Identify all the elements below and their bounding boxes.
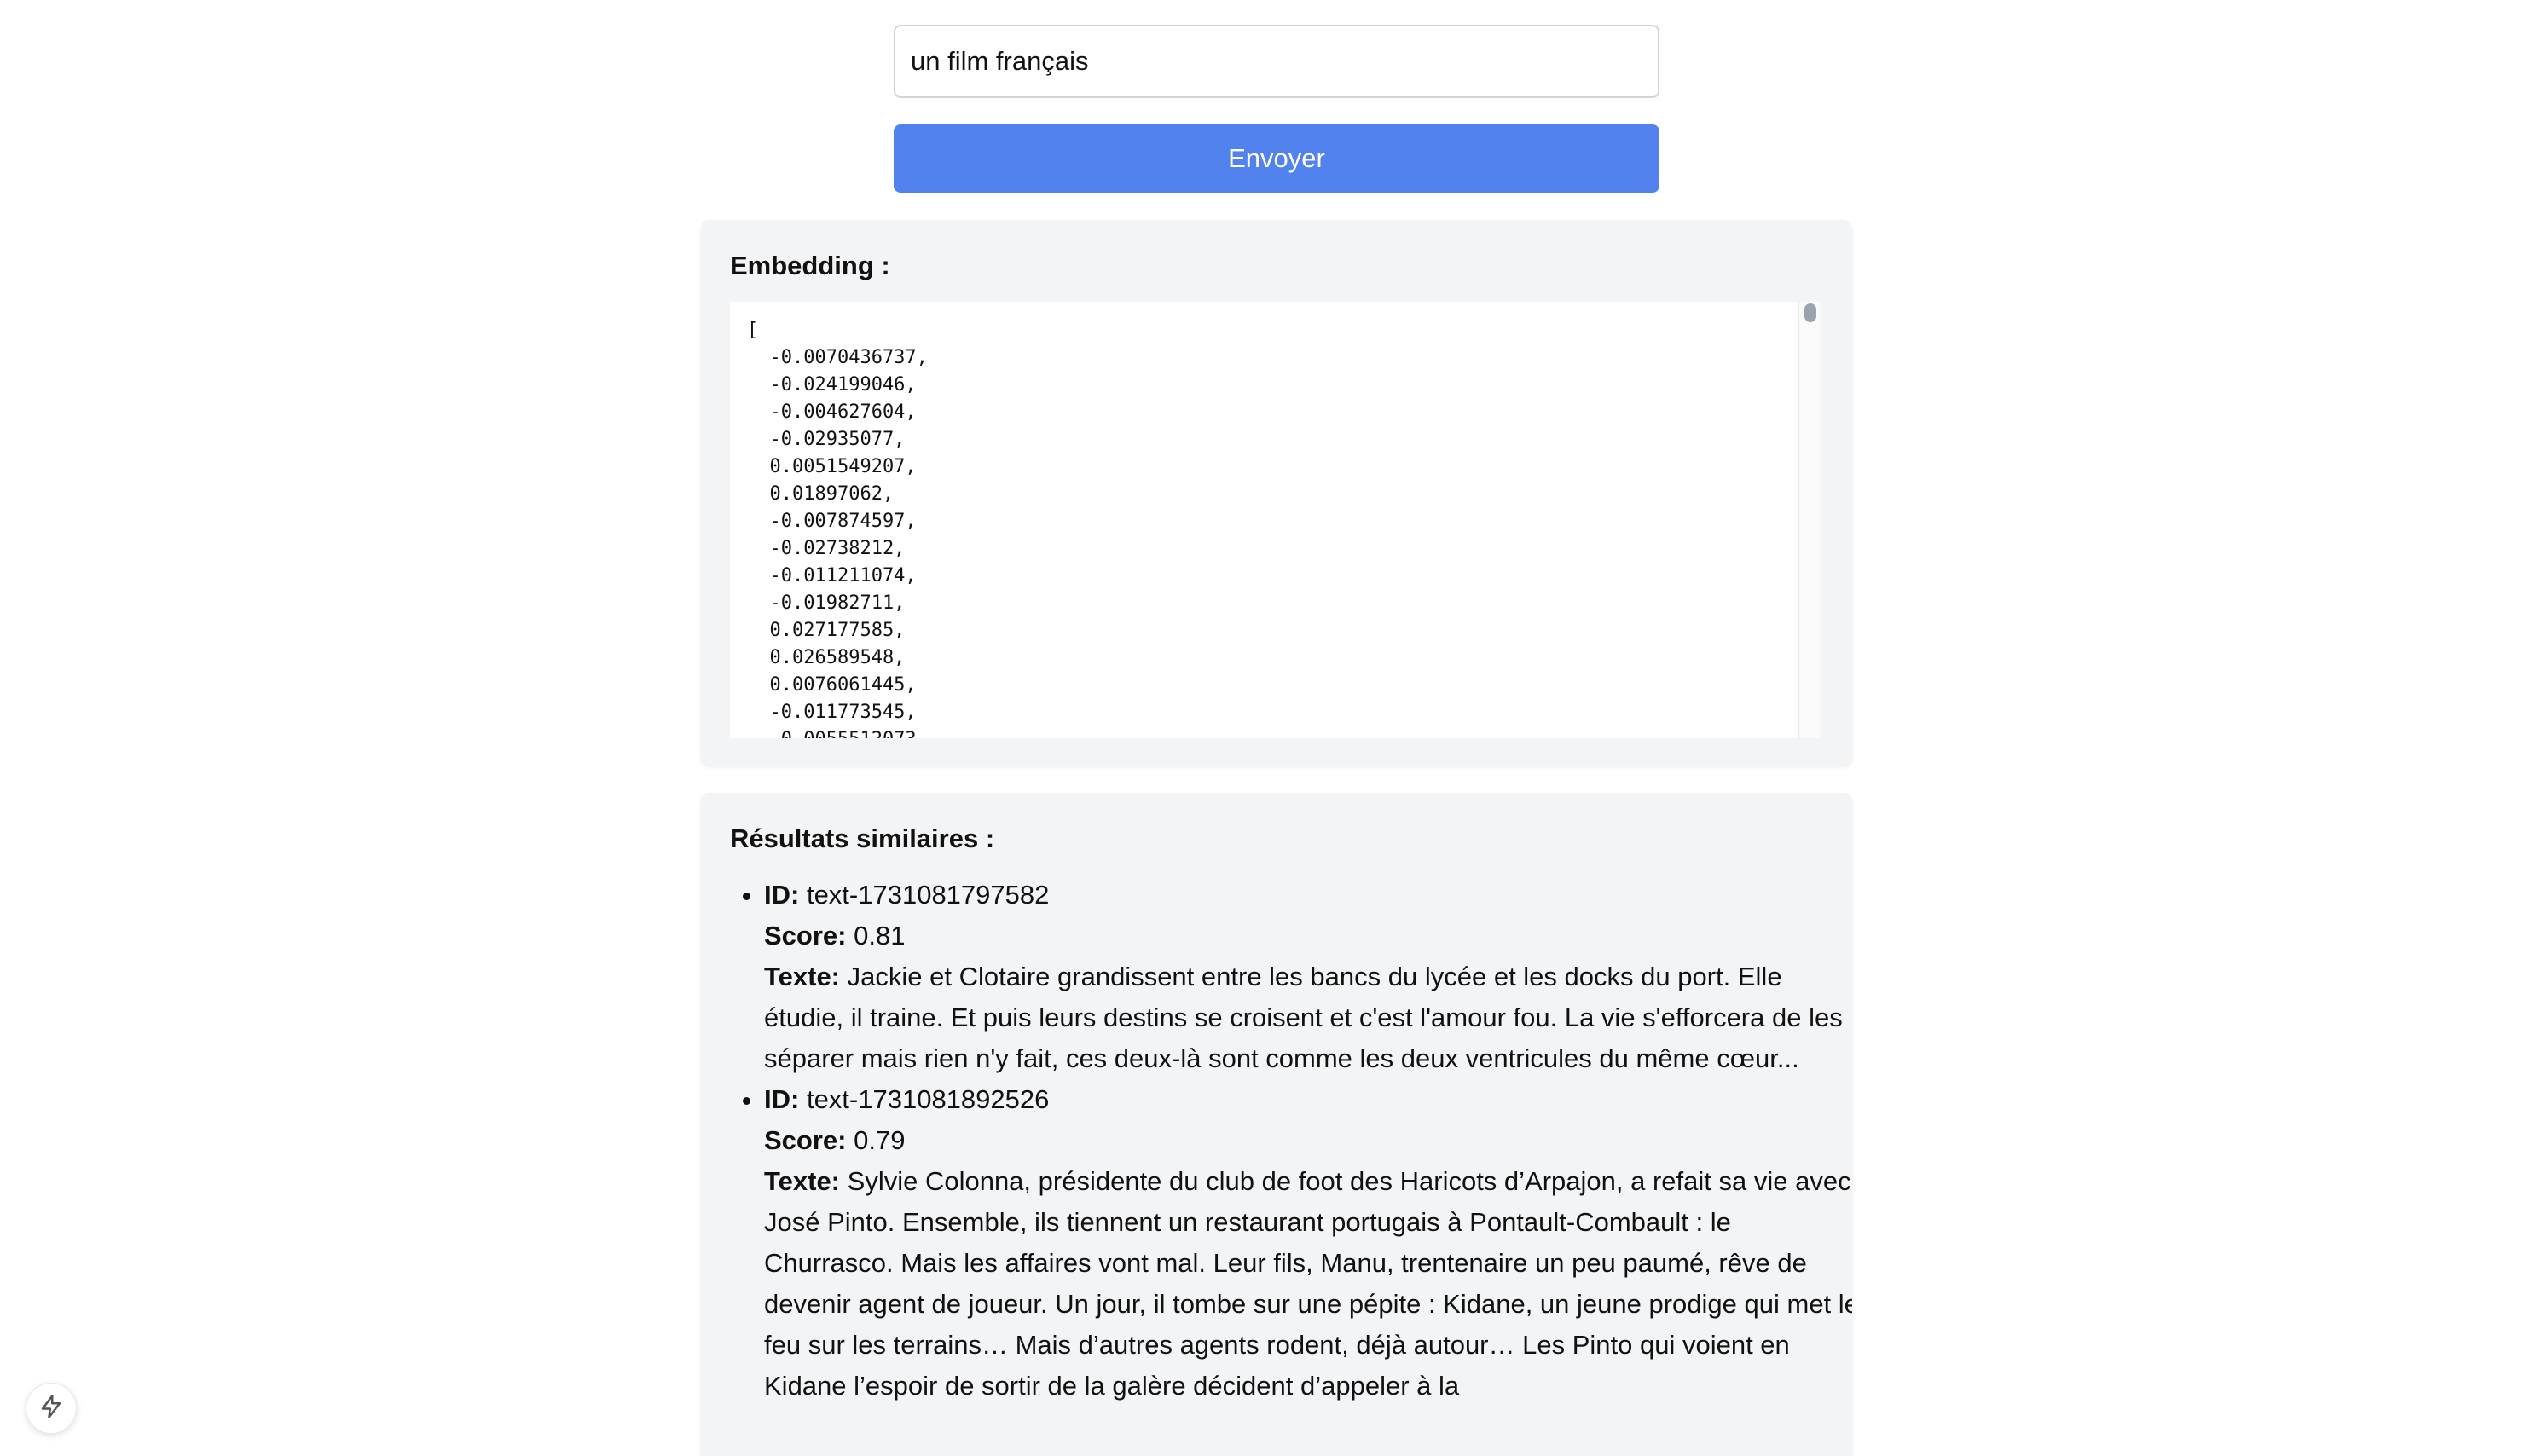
result-text-label: Texte: — [764, 962, 841, 991]
send-button[interactable]: Envoyer — [894, 124, 1659, 193]
embedding-line: -0.024199046, — [747, 374, 917, 396]
result-id: ID: text-1731081797582 — [764, 875, 1852, 916]
result-text-value: Jackie et Clotaire grandissent entre les… — [764, 962, 1843, 1073]
result-score-label: Score: — [764, 1125, 847, 1155]
embedding-line: -0.02935077, — [747, 429, 906, 450]
result-score-value: 0.81 — [854, 921, 906, 950]
results-title: Résultats similaires : — [730, 823, 995, 853]
results-list: ID: text-1731081797582 Score: 0.81 Texte… — [730, 875, 1852, 1407]
result-text-value: Sylvie Colonna, présidente du club de fo… — [764, 1166, 1852, 1401]
result-id-label: ID: — [764, 1084, 800, 1114]
result-id-value: text-1731081892526 — [806, 1084, 1050, 1114]
embedding-line: 0.026589548, — [747, 647, 906, 668]
page: Envoyer Embedding : [ -0.0070436737, -0.… — [0, 0, 2548, 1456]
embedding-panel: Embedding : [ -0.0070436737, -0.02419904… — [701, 220, 1852, 766]
embedding-line: [ — [747, 320, 759, 341]
query-input[interactable] — [894, 25, 1659, 98]
embedding-line: -0.01982711, — [747, 592, 906, 614]
embedding-line: 0.0076061445, — [747, 674, 917, 696]
lightning-icon — [38, 1394, 64, 1424]
result-score: Score: 0.81 — [764, 916, 1852, 956]
embedding-line: -0.007874597, — [747, 511, 917, 532]
embedding-line: -0.0070436737, — [747, 347, 928, 368]
result-text-label: Texte: — [764, 1166, 841, 1196]
embedding-values: [ -0.0070436737, -0.024199046, -0.004627… — [730, 302, 1821, 738]
result-text: Texte: Jackie et Clotaire grandissent en… — [764, 956, 1852, 1079]
result-item: ID: text-1731081892526 Score: 0.79 Texte… — [764, 1079, 1852, 1407]
result-score-label: Score: — [764, 921, 847, 950]
embedding-line: -0.011211074, — [747, 565, 917, 586]
embedding-line: -0.004627604, — [747, 402, 917, 423]
result-id-value: text-1731081797582 — [806, 880, 1050, 910]
result-id: ID: text-1731081892526 — [764, 1079, 1852, 1120]
embedding-line: 0.01897062, — [747, 483, 895, 505]
embedding-title: Embedding : — [730, 251, 890, 280]
assistant-badge[interactable] — [26, 1383, 77, 1434]
embedding-scrollbar[interactable] — [1798, 302, 1821, 738]
embedding-line: 0.0051549207, — [747, 456, 917, 477]
embedding-line: -0.011773545, — [747, 702, 917, 723]
results-panel: Résultats similaires : ID: text-17310817… — [701, 793, 1852, 1456]
embedding-line: -0.02738212, — [747, 538, 906, 559]
result-item: ID: text-1731081797582 Score: 0.81 Texte… — [764, 875, 1852, 1079]
embedding-line: 0.027177585, — [747, 620, 906, 641]
result-text: Texte: Sylvie Colonna, présidente du clu… — [764, 1161, 1852, 1407]
result-score-value: 0.79 — [854, 1125, 906, 1155]
embedding-line: -0.0055512073, — [747, 726, 1821, 738]
result-id-label: ID: — [764, 880, 800, 910]
embedding-output[interactable]: [ -0.0070436737, -0.024199046, -0.004627… — [730, 302, 1821, 738]
result-score: Score: 0.79 — [764, 1120, 1852, 1161]
embedding-scrollbar-thumb[interactable] — [1804, 303, 1816, 322]
